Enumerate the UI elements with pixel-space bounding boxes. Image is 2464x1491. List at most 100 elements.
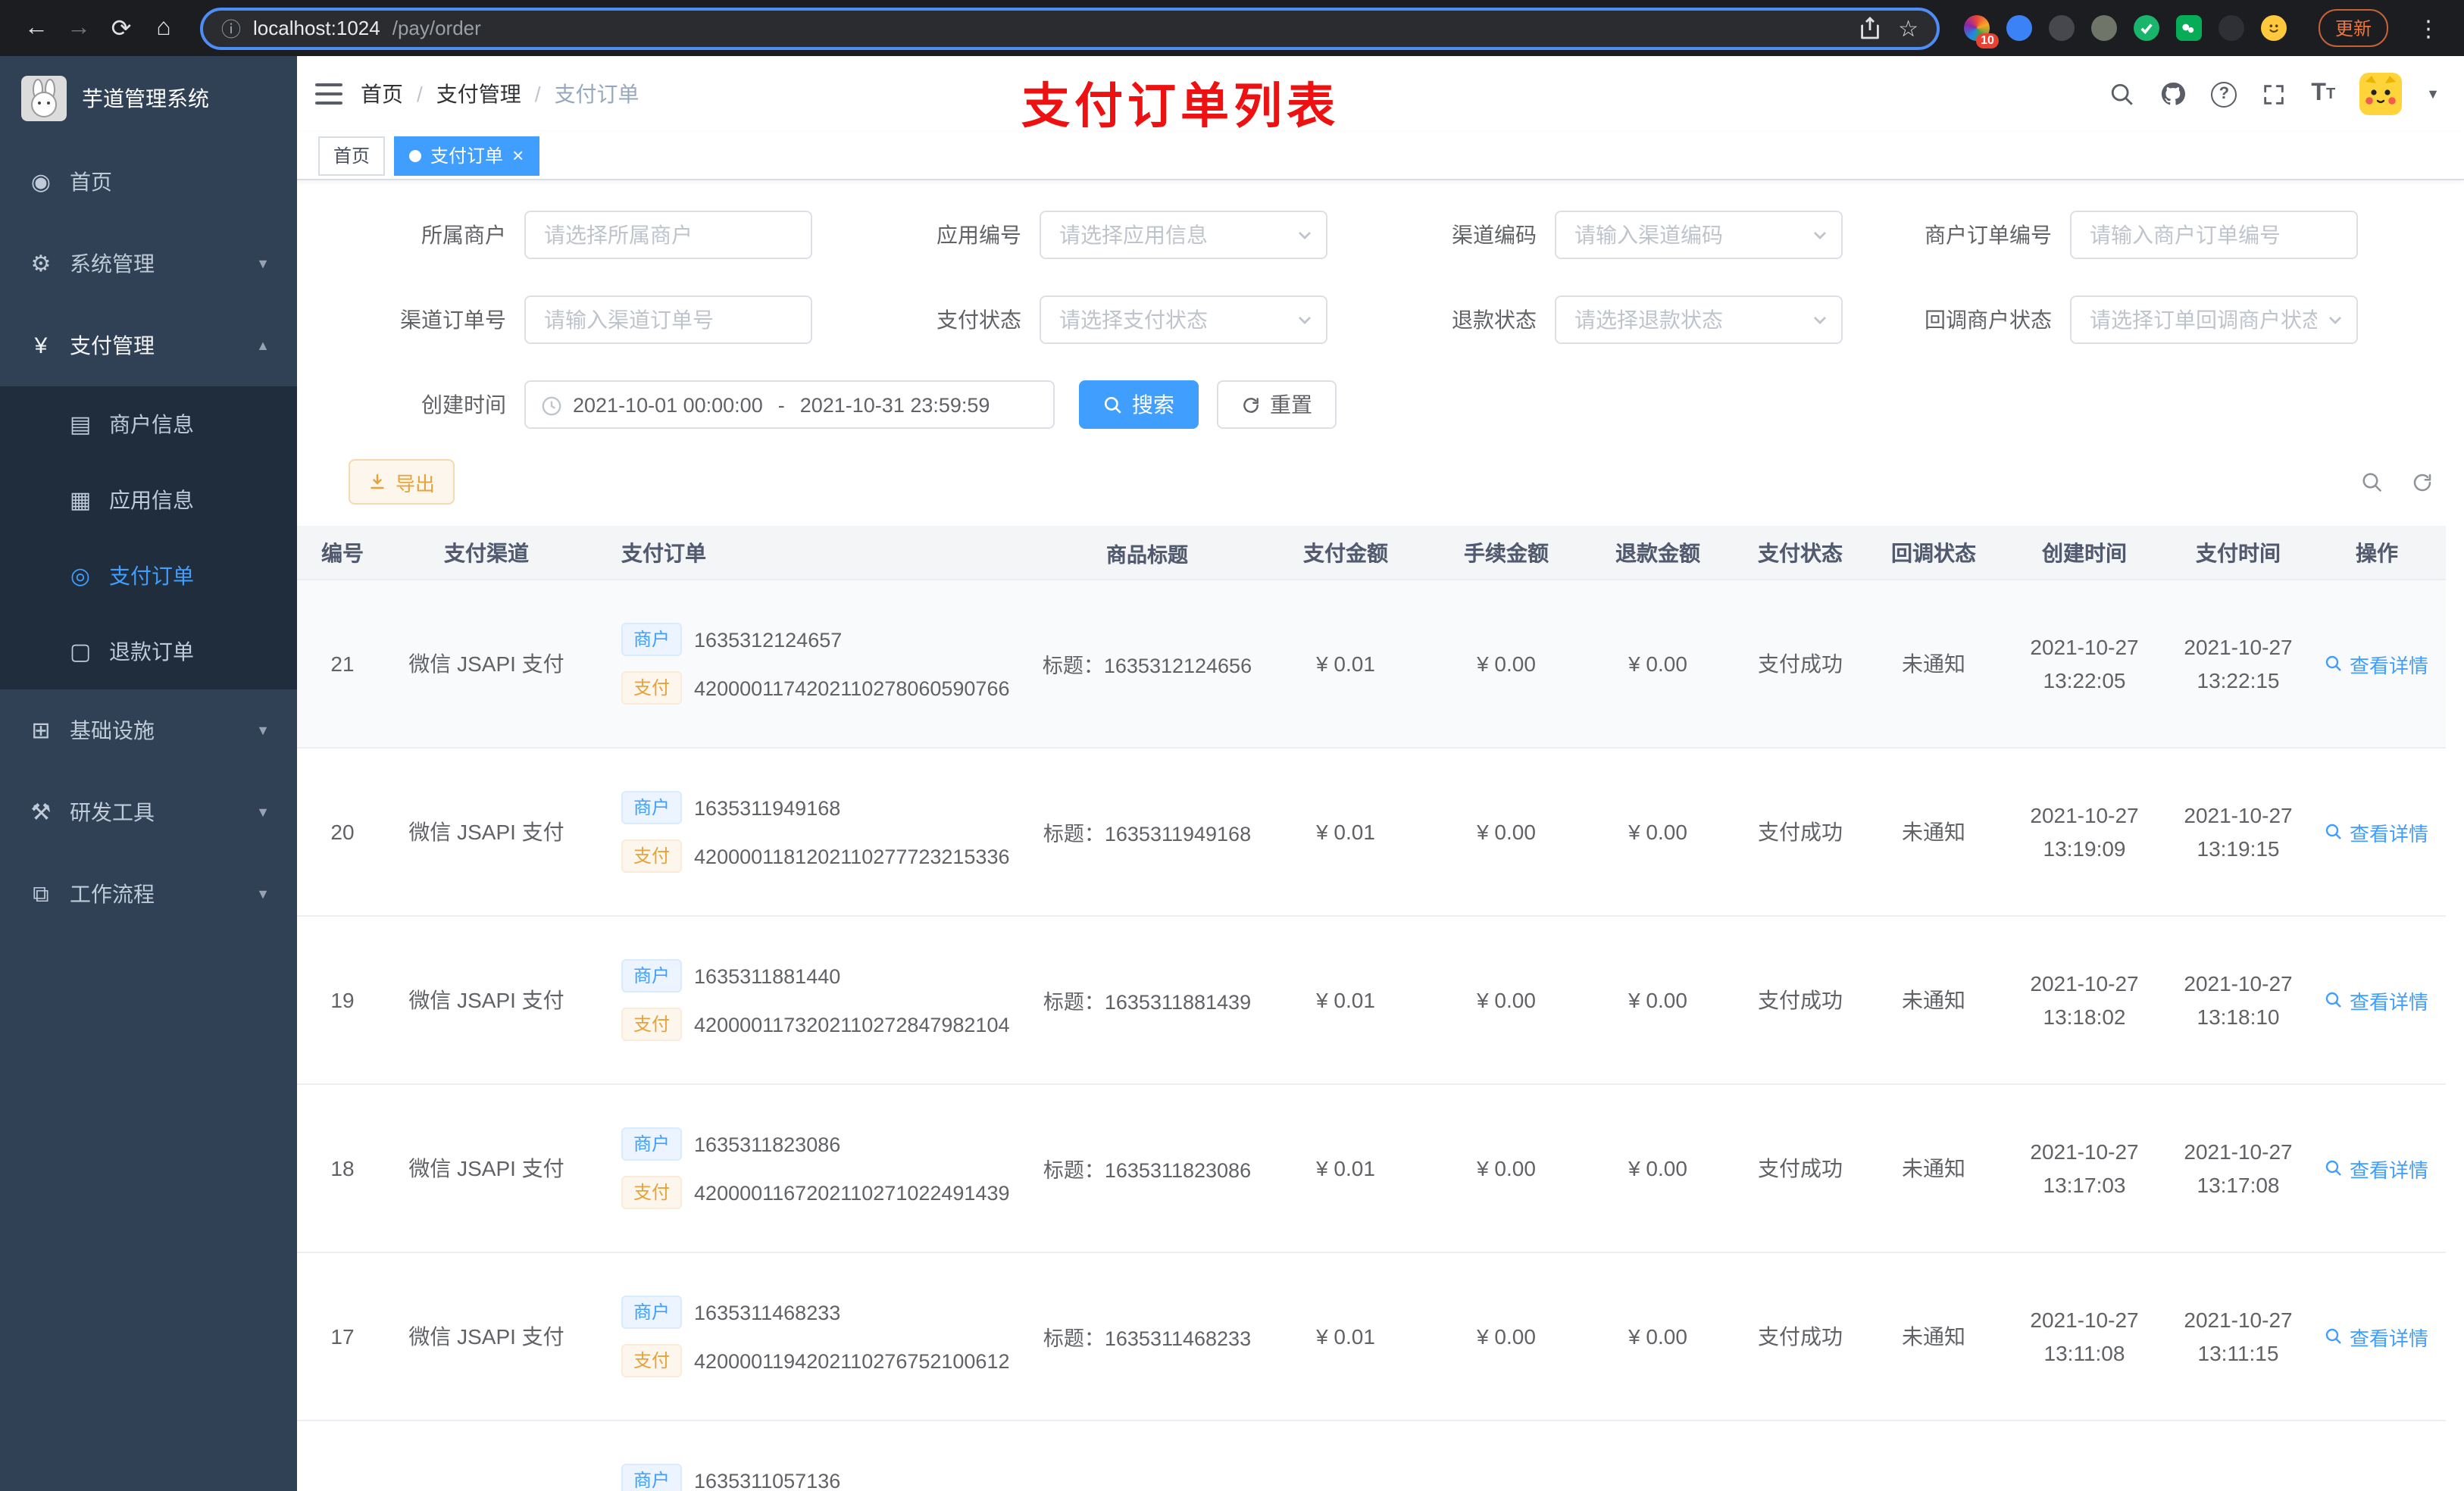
pay-order-no: 4200001194202110276752100612 <box>694 1349 1010 1372</box>
breadcrumb-home[interactable]: 首页 <box>361 79 403 109</box>
merchant-label: 所属商户 <box>421 223 506 247</box>
cell-fee: ¥ 0.00 <box>1477 652 1536 676</box>
cell-title: 标题：1635311823086 <box>1043 1159 1252 1182</box>
table-row[interactable]: 商户 1635311057136 支付 查看详情 <box>297 1421 2446 1491</box>
cell-status: 支付成功 <box>1758 652 1843 676</box>
github-icon[interactable] <box>2159 80 2187 108</box>
refresh-icon[interactable] <box>2411 470 2434 493</box>
cell-fee: ¥ 0.00 <box>1477 1324 1536 1349</box>
sidebar-item-app-info[interactable]: ▦ 应用信息 <box>0 462 297 538</box>
merchant-order-no: 1635311823086 <box>694 1133 841 1155</box>
sidebar-item-merchant-info[interactable]: ▤ 商户信息 <box>0 386 297 462</box>
extension-badge: 10 <box>1976 33 1999 48</box>
share-icon[interactable] <box>1859 17 1880 39</box>
extension-colorful-icon[interactable]: 10 <box>1963 15 1999 48</box>
extension-dark-icon[interactable] <box>2218 15 2244 41</box>
back-icon[interactable]: ← <box>15 7 58 49</box>
home-icon[interactable]: ⌂ <box>142 7 185 49</box>
search-icon[interactable] <box>2109 81 2135 107</box>
tools-icon: ⚒ <box>30 800 52 826</box>
tab-home[interactable]: 首页 <box>318 136 386 175</box>
merchant-tag: 商户 <box>621 1296 683 1329</box>
fullscreen-icon[interactable] <box>2261 81 2287 107</box>
create-time-range-picker[interactable]: 2021-10-01 00:00:00 - 2021-10-31 23:59:5… <box>524 380 1055 429</box>
refund-status-select[interactable] <box>1555 295 1843 344</box>
hamburger-icon[interactable] <box>297 56 361 132</box>
breadcrumb-current: 支付订单 <box>554 82 639 106</box>
col-refund: 退款金额 <box>1615 540 1700 564</box>
cell-refund: ¥ 0.00 <box>1628 1324 1687 1349</box>
sidebar-item-home[interactable]: ◉ 首页 <box>0 141 297 223</box>
sidebar-item-dev-tools[interactable]: ⚒ 研发工具 ▼ <box>0 771 297 853</box>
channel-order-no-input[interactable] <box>524 295 812 344</box>
notify-status-select[interactable] <box>2070 295 2358 344</box>
sidebar-item-label: 工作流程 <box>70 882 155 906</box>
reset-button[interactable]: 重置 <box>1217 380 1337 429</box>
pay-status-select[interactable] <box>1040 295 1327 344</box>
cell-refund: ¥ 0.00 <box>1628 1156 1687 1180</box>
bookmark-star-icon[interactable]: ☆ <box>1898 14 1918 42</box>
pay-order-no: 4200001174202110278060590766 <box>694 677 1010 699</box>
sidebar-item-payment[interactable]: ¥ 支付管理 ▲ <box>0 305 297 386</box>
avatar-caret-icon[interactable]: ▼ <box>2426 86 2440 102</box>
close-icon[interactable]: × <box>512 145 524 165</box>
search-button-label: 搜索 <box>1132 392 1174 417</box>
view-detail-link[interactable]: 查看详情 <box>2325 1154 2428 1183</box>
help-icon[interactable]: ? <box>2211 81 2237 107</box>
user-avatar[interactable] <box>2359 73 2403 115</box>
extension-emoji-icon[interactable] <box>2260 15 2287 41</box>
cell-amount: ¥ 0.01 <box>1316 1324 1375 1349</box>
app-title: 芋道管理系统 <box>82 86 209 111</box>
tab-label: 首页 <box>333 145 371 167</box>
extension-check-icon[interactable] <box>2133 15 2159 41</box>
forward-icon[interactable]: → <box>58 7 100 49</box>
channel-code-input[interactable] <box>1555 211 1843 259</box>
sidebar-item-system[interactable]: ⚙ 系统管理 ▼ <box>0 223 297 305</box>
sidebar-item-infrastructure[interactable]: ⊞ 基础设施 ▼ <box>0 689 297 771</box>
merchant-select[interactable] <box>524 211 812 259</box>
breadcrumb-payment[interactable]: 支付管理 <box>436 79 521 109</box>
extension-gray-icon[interactable] <box>2090 15 2117 41</box>
table-row[interactable]: 21 微信 JSAPI 支付 商户 1635312124657 支付 42000… <box>297 580 2446 749</box>
view-detail-link[interactable]: 查看详情 <box>2325 986 2428 1014</box>
sidebar-item-refund-order[interactable]: ▢ 退款订单 <box>0 614 297 689</box>
pay-tag: 支付 <box>621 671 683 705</box>
table-header: 编号 支付渠道 支付订单 商品标题 支付金额 手续金额 退款金额 支付状态 回调… <box>297 526 2446 580</box>
table-row[interactable]: 19 微信 JSAPI 支付 商户 1635311881440 支付 42000… <box>297 917 2446 1085</box>
merchant-order-no: 1635311949168 <box>694 796 841 819</box>
view-detail-link[interactable]: 查看详情 <box>2325 1322 2428 1351</box>
tab-pay-order[interactable]: 支付订单 × <box>394 136 539 175</box>
dashboard-icon: ◉ <box>30 170 52 195</box>
browser-menu-icon[interactable]: ⋮ <box>2417 14 2440 42</box>
view-detail-link[interactable]: 查看详情 <box>2325 649 2428 678</box>
cell-status: 支付成功 <box>1758 1324 1843 1349</box>
table-row[interactable]: 17 微信 JSAPI 支付 商户 1635311468233 支付 42000… <box>297 1253 2446 1421</box>
hide-search-icon[interactable] <box>2361 470 2384 493</box>
logo-avatar <box>21 76 67 121</box>
cell-fee: ¥ 0.00 <box>1477 1156 1536 1180</box>
col-amount: 支付金额 <box>1303 540 1388 564</box>
extension-chat-icon[interactable] <box>2175 15 2202 41</box>
extension-globe-icon[interactable] <box>2048 15 2075 41</box>
pay-tag: 支付 <box>621 1008 683 1041</box>
col-channel: 支付渠道 <box>444 540 529 564</box>
cell-notify: 未通知 <box>1902 1324 1965 1349</box>
address-bar[interactable]: ⓘ localhost:1024/pay/order ☆ <box>200 7 1940 49</box>
font-size-icon[interactable]: TT <box>2311 80 2335 108</box>
search-button[interactable]: 搜索 <box>1079 380 1199 429</box>
sidebar-item-pay-order[interactable]: ◎ 支付订单 <box>0 538 297 614</box>
browser-update-button[interactable]: 更新 <box>2318 9 2388 47</box>
app-select[interactable] <box>1040 211 1327 259</box>
site-info-icon[interactable]: ⓘ <box>221 14 241 42</box>
chevron-down-icon: ▼ <box>256 805 270 820</box>
table-row[interactable]: 20 微信 JSAPI 支付 商户 1635311949168 支付 42000… <box>297 749 2446 917</box>
target-icon: ◎ <box>70 564 91 589</box>
table-row[interactable]: 18 微信 JSAPI 支付 商户 1635311823086 支付 42000… <box>297 1085 2446 1253</box>
merchant-order-no-input[interactable] <box>2070 211 2358 259</box>
view-detail-link[interactable]: 查看详情 <box>2325 817 2428 846</box>
extension-blue-icon[interactable] <box>2006 15 2032 41</box>
chevron-up-icon: ▲ <box>256 338 270 353</box>
export-button[interactable]: 导出 <box>349 459 455 505</box>
reload-icon[interactable]: ⟳ <box>100 7 142 49</box>
sidebar-item-workflow[interactable]: ⧉ 工作流程 ▼ <box>0 853 297 935</box>
